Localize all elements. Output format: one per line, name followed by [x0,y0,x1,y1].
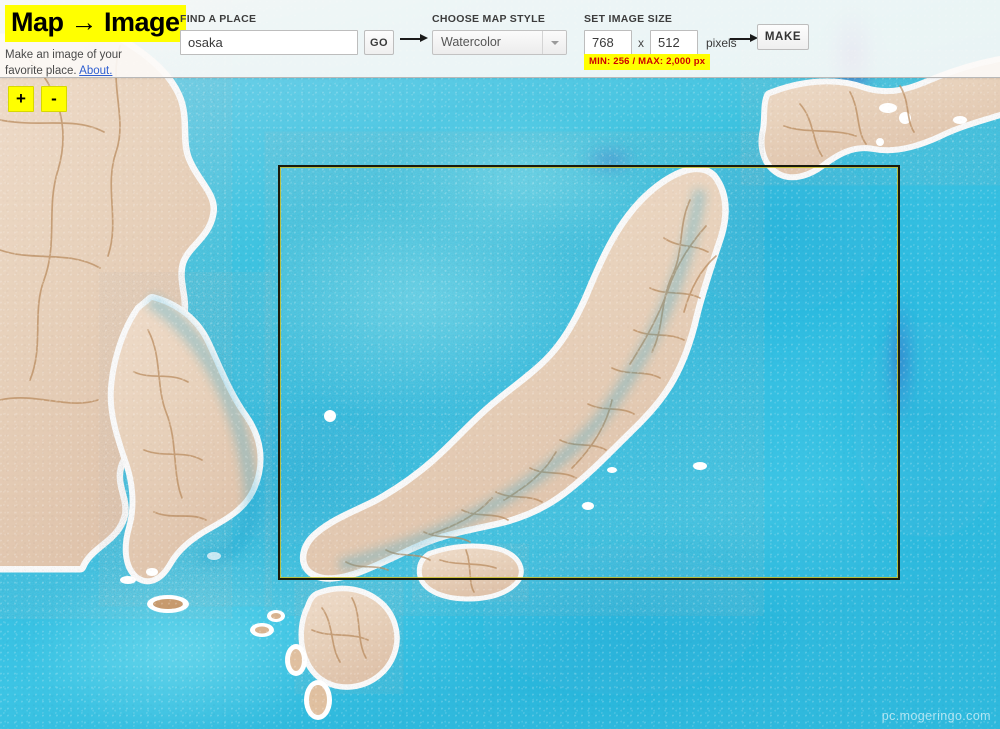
zoom-out-button[interactable]: - [41,86,67,112]
map-style-label: CHOOSE MAP STYLE [432,13,546,25]
brand-block: Map → Image Make an image of your favori… [5,5,186,79]
landmass-kyushu [298,585,400,690]
size-limit-badge: MIN: 256 / MAX: 2,000 px [584,54,711,70]
image-size-group: SET IMAGE SIZE x pixels MIN: 256 / MAX: … [584,13,737,70]
find-a-place-group: FIND A PLACE GO [180,13,394,55]
map-style-group: CHOOSE MAP STYLE Watercolor [432,13,567,55]
image-width-input[interactable] [584,30,632,55]
zoom-in-button[interactable]: + [8,86,34,112]
make-button[interactable]: MAKE [757,24,809,50]
about-link[interactable]: About. [79,65,112,77]
image-size-label: SET IMAGE SIZE [584,13,673,25]
map-to-image-app: + - pc.mogeringo.com Map → Image Make an… [0,0,1000,729]
go-button[interactable]: GO [364,30,394,55]
map-style-selected-value: Watercolor [441,35,501,49]
search-input[interactable] [180,30,358,55]
map-style-select[interactable]: Watercolor [432,30,567,55]
zoom-controls: + - [8,86,67,112]
brand-tagline: Make an image of your favorite place. Ab… [5,48,165,79]
brand-logo[interactable]: Map → Image [5,5,186,42]
tagline-line-1: Make an image of your [5,49,122,61]
chevron-down-icon[interactable] [542,31,566,54]
image-height-input[interactable] [650,30,698,55]
arrow-right-icon-1 [396,26,432,51]
image-size-row: x pixels [584,30,737,55]
find-a-place-label: FIND A PLACE [180,13,257,25]
tagline-line-2: favorite place. [5,64,77,77]
header-toolbar: Map → Image Make an image of your favori… [0,0,1000,80]
find-a-place-row: GO [180,30,394,55]
crop-selection-rectangle[interactable] [278,165,900,580]
size-separator: x [638,35,644,50]
